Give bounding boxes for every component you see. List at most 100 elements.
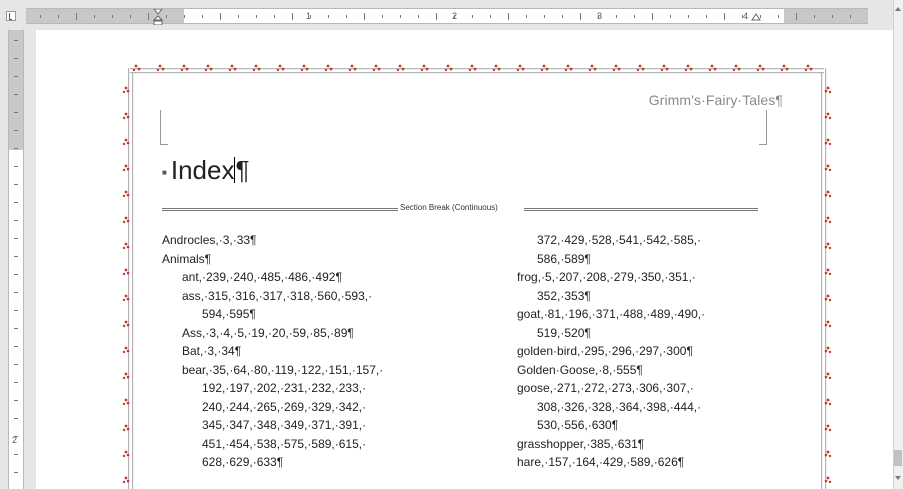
border-flower-dot <box>593 67 597 71</box>
border-flower-dot <box>826 450 830 454</box>
border-flower-dot <box>826 190 830 194</box>
index-entry[interactable]: goat,·81,·196,·371,·488,·489,·490,· <box>517 305 777 324</box>
border-flower-dot <box>124 320 128 324</box>
index-entry[interactable]: 519,·520¶ <box>517 324 777 343</box>
border-flower-dot <box>324 68 328 72</box>
index-entry[interactable]: ant,·239,·240,·485,·486,·492¶ <box>162 268 482 287</box>
border-flower-dot <box>782 64 786 68</box>
scroll-down-arrow-icon[interactable] <box>893 472 903 484</box>
border-flower-dot <box>134 64 138 68</box>
border-flower-dot <box>124 268 128 272</box>
vertical-scrollbar[interactable] <box>893 0 903 489</box>
tab-selector-icon[interactable] <box>6 11 16 21</box>
scroll-thumb[interactable] <box>894 450 902 466</box>
index-entry[interactable]: Bat,·3,·34¶ <box>162 342 482 361</box>
index-entry[interactable]: Ass,·3,·4,·5,·19,·20,·59,·85,·89¶ <box>162 324 482 343</box>
paragraph-mark: ¶ <box>235 155 250 185</box>
border-flower-dot <box>122 90 126 94</box>
index-entry[interactable]: Golden·Goose,·8,·555¶ <box>517 361 777 380</box>
border-flower-dot <box>122 272 126 276</box>
border-flower-dot <box>780 68 784 72</box>
index-entry[interactable]: 345,·347,·348,·349,·371,·391,· <box>162 416 482 435</box>
border-flower-dot <box>826 372 830 376</box>
border-flower-dot <box>470 64 474 68</box>
border-flower-dot <box>665 67 669 71</box>
border-flower-dot <box>566 64 570 68</box>
vruler-tick <box>14 364 18 365</box>
index-entry[interactable]: grasshopper,·385,·631¶ <box>517 435 777 454</box>
section-break-continuous: Section Break (Continuous) <box>162 203 758 215</box>
border-flower-dot <box>278 64 282 68</box>
index-heading[interactable]: ■ Index¶ <box>162 155 249 186</box>
header-left-bracket <box>160 110 168 145</box>
vruler-tick <box>14 292 18 293</box>
border-flower-dot <box>809 67 813 71</box>
index-entry[interactable]: 594,·595¶ <box>162 305 482 324</box>
index-entry[interactable]: Androcles,·3,·33¶ <box>162 231 482 250</box>
index-entry[interactable]: Animals¶ <box>162 250 482 269</box>
border-flower-dot <box>257 67 261 71</box>
border-flower-dot <box>734 64 738 68</box>
index-entry[interactable]: goose,·271,·272,·273,·306,·307,· <box>517 379 777 398</box>
border-flower-dot <box>137 67 141 71</box>
border-flower-dot <box>233 67 237 71</box>
border-flower-dot <box>828 142 832 146</box>
index-entry[interactable]: 530,·556,·630¶ <box>517 416 777 435</box>
index-entry[interactable]: 586,·589¶ <box>517 250 777 269</box>
index-entry[interactable]: 240,·244,·265,·269,·329,·342,· <box>162 398 482 417</box>
vruler-tick <box>14 472 18 473</box>
vertical-ruler[interactable]: 2 <box>0 30 30 489</box>
ruler-tick <box>292 13 293 20</box>
border-flower-dot <box>329 67 333 71</box>
border-flower-dot <box>126 193 130 197</box>
section-break-line-left <box>162 208 398 211</box>
border-flower-dot <box>684 68 688 72</box>
index-entry[interactable]: 352,·353¶ <box>517 287 777 306</box>
vertical-ruler-track[interactable]: 2 <box>8 30 24 489</box>
index-entry[interactable]: bear,·35,·64,·80,·119,·122,·151,·157,· <box>162 361 482 380</box>
border-flower-dot <box>824 193 828 197</box>
border-flower-dot <box>302 64 306 68</box>
index-entry[interactable]: 308,·326,·328,·364,·398,·444,· <box>517 398 777 417</box>
border-flower-dot <box>824 89 828 93</box>
border-flower-dot <box>824 271 828 275</box>
ruler-tick <box>238 15 239 18</box>
border-flower-dot <box>396 68 400 72</box>
vruler-tick <box>14 166 18 167</box>
index-entry[interactable]: hare,·157,·164,·429,·589,·626¶ <box>517 453 777 472</box>
vruler-tick <box>14 400 18 401</box>
horizontal-ruler[interactable]: 1 2 3 4 <box>0 0 893 30</box>
border-flower-dot <box>209 67 213 71</box>
vruler-tick <box>14 418 18 419</box>
first-line-indent-marker-icon[interactable] <box>153 9 163 25</box>
index-entry[interactable]: frog,·5,·207,·208,·279,·350,·351,· <box>517 268 777 287</box>
index-entry[interactable]: 628,·629,·633¶ <box>162 453 482 472</box>
index-entry[interactable]: 192,·197,·202,·231,·232,·233,· <box>162 379 482 398</box>
document-page[interactable]: Grimm's·Fairy·Tales¶ ■ Index¶ Section Bre… <box>36 30 893 489</box>
right-indent-marker-icon[interactable] <box>751 9 761 25</box>
border-flower-dot <box>826 476 830 480</box>
border-flower-dot <box>350 64 354 68</box>
ruler-tick <box>814 15 815 18</box>
ruler-tick <box>382 15 383 18</box>
index-column-right[interactable]: 372,·429,·528,·541,·542,·585,· 586,·589¶ f… <box>517 231 777 472</box>
border-flower-dot <box>126 401 130 405</box>
index-entry[interactable]: ass,·315,·316,·317,·318,·560,·593,· <box>162 287 482 306</box>
ruler-track[interactable]: 1 2 3 4 <box>26 8 868 25</box>
border-flower-dot <box>708 68 712 72</box>
ruler-tick <box>580 13 581 20</box>
scroll-up-arrow-icon[interactable] <box>893 3 903 15</box>
index-column-left[interactable]: Androcles,·3,·33¶ Animals¶ ant,·239,·240,·… <box>162 231 482 472</box>
ruler-tick <box>796 13 797 20</box>
border-flower-dot <box>124 424 128 428</box>
border-flower-dot <box>824 427 828 431</box>
border-flower-dot <box>710 64 714 68</box>
ruler-tick <box>130 15 131 18</box>
border-flower-dot <box>713 67 717 71</box>
index-entry[interactable]: 451,·454,·538,·575,·589,·615,· <box>162 435 482 454</box>
index-entry[interactable]: 372,·429,·528,·541,·542,·585,· <box>517 231 777 250</box>
border-flower-dot <box>420 68 424 72</box>
border-flower-dot <box>126 89 130 93</box>
index-entry[interactable]: golden·bird,·295,·296,·297,·300¶ <box>517 342 777 361</box>
page-header-title[interactable]: Grimm's·Fairy·Tales¶ <box>649 92 783 108</box>
